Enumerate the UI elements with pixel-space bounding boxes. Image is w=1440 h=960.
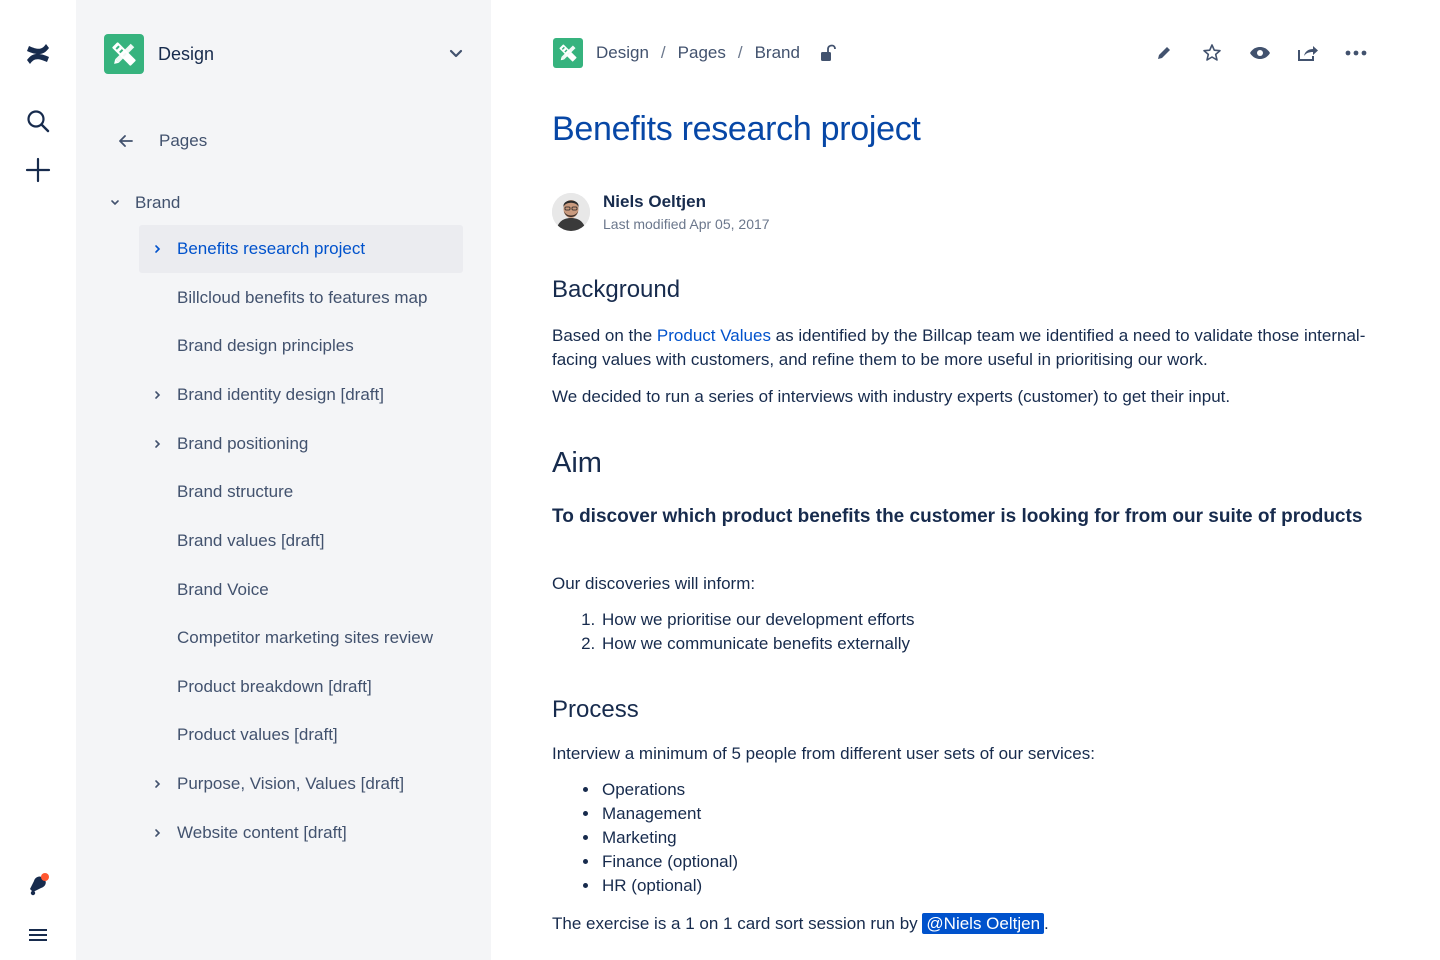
tree-item-label: Product breakdown [draft] <box>177 677 372 696</box>
breadcrumb-separator: / <box>660 43 666 62</box>
tree-item-product-values[interactable]: Product values [draft] <box>139 711 463 759</box>
breadcrumb-separator: / <box>737 43 743 62</box>
menu-icon[interactable] <box>18 915 58 955</box>
avatar[interactable] <box>552 193 590 231</box>
page-actions <box>1133 36 1373 70</box>
share-icon[interactable] <box>1291 36 1325 70</box>
back-to-pages[interactable]: Pages <box>116 126 207 156</box>
global-navigation <box>0 0 76 960</box>
tree-item-label: Product values [draft] <box>177 725 338 744</box>
page-content: Design / Pages / Brand Benefits research… <box>491 0 1440 960</box>
create-plus-icon[interactable] <box>18 150 58 190</box>
background-paragraph-2: We decided to run a series of interviews… <box>552 387 1231 406</box>
heading-process: Process <box>552 696 639 723</box>
star-icon[interactable] <box>1195 36 1229 70</box>
tree-item-brand-values[interactable]: Brand values [draft] <box>139 517 463 565</box>
tree-item-label: Brand design principles <box>177 336 354 355</box>
aim-statement: To discover which product benefits the c… <box>552 506 1363 527</box>
space-switcher[interactable]: Design <box>104 32 466 76</box>
inform-list: How we prioritise our development effort… <box>552 608 1372 656</box>
background-paragraph: Based on the Product Values as identifie… <box>552 326 1366 369</box>
last-modified: Last modified Apr 05, 2017 <box>603 216 770 232</box>
heading-aim: Aim <box>552 447 602 479</box>
tree-item-brand-positioning[interactable]: Brand positioning <box>139 420 463 468</box>
space-sidebar: Design Pages Brand Benefits research pro… <box>76 0 491 960</box>
user-mention[interactable]: @Niels Oeltjen <box>922 913 1045 934</box>
tree-item-label: Brand <box>135 193 181 212</box>
tree-item-competitor-review[interactable]: Competitor marketing sites review <box>139 614 463 662</box>
page-byline: Niels Oeltjen Last modified Apr 05, 2017 <box>552 192 770 232</box>
list-item: How we prioritise our development effort… <box>600 608 1372 632</box>
space-name: Design <box>158 43 215 64</box>
page-header: Design / Pages / Brand <box>553 36 1373 70</box>
list-item: Operations <box>600 778 1372 802</box>
watch-icon[interactable] <box>1243 36 1277 70</box>
notifications-icon[interactable] <box>18 864 58 904</box>
list-item: Management <box>600 802 1372 826</box>
space-logo-icon[interactable] <box>553 38 583 68</box>
chevron-right-icon[interactable] <box>139 385 177 405</box>
tree-item-brand-structure[interactable]: Brand structure <box>139 468 463 516</box>
tree-item-website-content[interactable]: Website content [draft] <box>139 809 463 857</box>
tree-item-label: Benefits research project <box>177 239 366 258</box>
author-name[interactable]: Niels Oeltjen <box>603 192 770 212</box>
chevron-right-icon[interactable] <box>139 823 177 843</box>
tree-item-product-breakdown[interactable]: Product breakdown [draft] <box>139 663 463 711</box>
process-intro: Interview a minimum of 5 people from dif… <box>552 744 1095 763</box>
unlock-icon[interactable] <box>818 43 838 63</box>
tree-item-benefits-research-project[interactable]: Benefits research project <box>139 225 463 273</box>
tree-item-brand-identity-design[interactable]: Brand identity design [draft] <box>139 371 463 419</box>
tree-item-label: Brand Voice <box>177 580 269 599</box>
tree-item-label: Website content [draft] <box>177 823 347 842</box>
confluence-logo-icon[interactable] <box>18 34 58 74</box>
list-item: HR (optional) <box>600 874 1372 898</box>
page-title: Benefits research project <box>552 110 921 148</box>
inform-intro: Our discoveries will inform: <box>552 574 756 593</box>
chevron-right-icon[interactable] <box>139 239 177 259</box>
tree-item-purpose-vision-values[interactable]: Purpose, Vision, Values [draft] <box>139 760 463 808</box>
list-item: Finance (optional) <box>600 850 1372 874</box>
breadcrumb-pages[interactable]: Pages <box>678 43 726 63</box>
tree-item-label: Brand values [draft] <box>177 531 325 550</box>
edit-icon[interactable] <box>1147 36 1181 70</box>
more-icon[interactable] <box>1339 36 1373 70</box>
chevron-down-icon[interactable] <box>108 199 122 207</box>
process-list: Operations Management Marketing Finance … <box>552 778 1372 898</box>
tree-item-label: Brand structure <box>177 482 294 501</box>
product-values-link[interactable]: Product Values <box>657 326 771 345</box>
tree-item-label: Competitor marketing sites review <box>177 628 434 647</box>
tree-item-label: Brand identity design [draft] <box>177 385 384 404</box>
tree-item-label: Brand positioning <box>177 434 309 453</box>
list-item: Marketing <box>600 826 1372 850</box>
arrow-left-icon <box>116 131 136 151</box>
space-logo-icon <box>104 34 144 74</box>
tree-item-brand[interactable]: Brand <box>108 188 180 218</box>
chevron-right-icon[interactable] <box>139 434 177 454</box>
back-label: Pages <box>159 131 208 150</box>
tree-item-label: Billcloud benefits to features map <box>177 288 428 307</box>
breadcrumb: Design / Pages / Brand <box>596 43 800 63</box>
chevron-right-icon[interactable] <box>139 774 177 794</box>
list-item: How we communicate benefits externally <box>600 632 1372 656</box>
chevron-down-icon[interactable] <box>446 44 466 64</box>
tree-item-billcloud-benefits[interactable]: Billcloud benefits to features map <box>139 274 463 322</box>
tree-item-brand-design-principles[interactable]: Brand design principles <box>139 322 463 370</box>
tree-item-label: Purpose, Vision, Values [draft] <box>177 774 405 793</box>
search-icon[interactable] <box>18 101 58 141</box>
breadcrumb-brand[interactable]: Brand <box>755 43 800 63</box>
heading-background: Background <box>552 276 681 303</box>
tree-item-brand-voice[interactable]: Brand Voice <box>139 566 463 614</box>
exercise-paragraph: The exercise is a 1 on 1 card sort sessi… <box>552 913 1049 934</box>
breadcrumb-design[interactable]: Design <box>596 43 649 63</box>
